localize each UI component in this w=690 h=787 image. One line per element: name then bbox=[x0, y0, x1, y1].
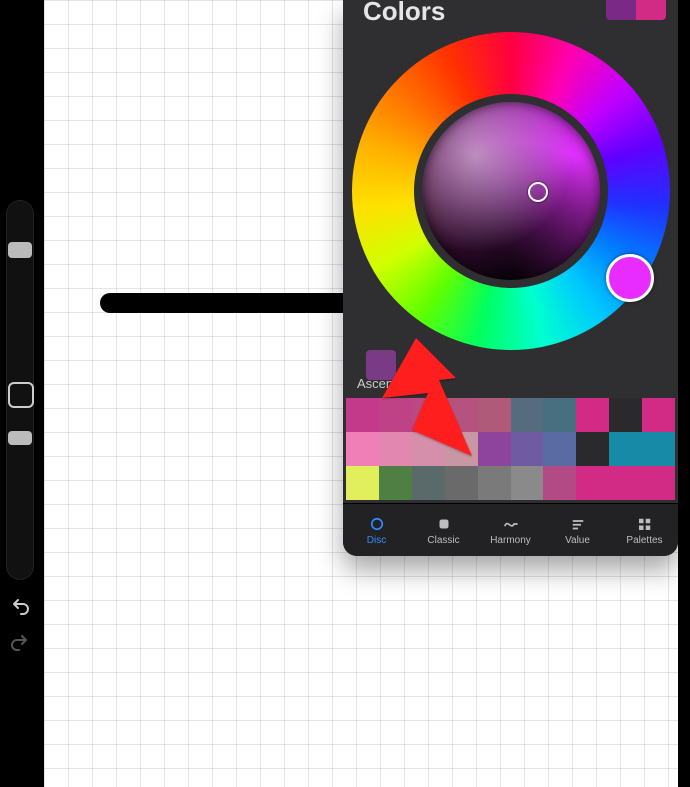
tab-palettes[interactable]: Palettes bbox=[611, 504, 678, 556]
palette-name-label: Ascend bbox=[357, 376, 400, 391]
palette-swatch[interactable] bbox=[642, 398, 675, 432]
palette-swatch[interactable] bbox=[412, 466, 445, 500]
tab-disc[interactable]: Disc bbox=[343, 504, 410, 556]
palette-swatch[interactable] bbox=[543, 432, 576, 466]
palette-swatch[interactable] bbox=[346, 432, 379, 466]
palette-swatch[interactable] bbox=[511, 466, 544, 500]
palette-swatch[interactable] bbox=[576, 466, 609, 500]
tab-label: Palettes bbox=[626, 535, 662, 546]
palette-swatch[interactable] bbox=[576, 432, 609, 466]
palette-swatch[interactable] bbox=[543, 466, 576, 500]
tab-label: Value bbox=[565, 535, 590, 546]
palette-swatch[interactable] bbox=[642, 432, 675, 466]
palette-swatch[interactable] bbox=[445, 432, 478, 466]
palette-swatch[interactable] bbox=[511, 432, 544, 466]
palette-swatch[interactable] bbox=[609, 466, 642, 500]
redo-icon bbox=[8, 630, 32, 654]
color-wheel[interactable] bbox=[352, 32, 670, 358]
palette-swatch[interactable] bbox=[346, 398, 379, 432]
palettes-icon bbox=[635, 515, 655, 533]
palette-swatch[interactable] bbox=[379, 398, 412, 432]
palette-swatch[interactable] bbox=[543, 398, 576, 432]
palette-swatch[interactable] bbox=[511, 398, 544, 432]
color-mode-tabbar: Disc Classic Harmony Value Palettes bbox=[343, 503, 678, 556]
saturation-value-disc[interactable] bbox=[422, 102, 600, 280]
tab-label: Classic bbox=[427, 535, 459, 546]
redo-button bbox=[8, 630, 32, 654]
palette-swatch[interactable] bbox=[576, 398, 609, 432]
disc-icon bbox=[367, 515, 387, 533]
tab-label: Disc bbox=[367, 535, 386, 546]
palette-grid bbox=[346, 398, 675, 500]
palette-swatch[interactable] bbox=[412, 398, 445, 432]
sv-cursor[interactable] bbox=[528, 182, 548, 202]
palette-swatch[interactable] bbox=[478, 432, 511, 466]
palette-swatch[interactable] bbox=[445, 398, 478, 432]
harmony-icon bbox=[501, 515, 521, 533]
brush-size-thumb[interactable] bbox=[8, 431, 32, 445]
tab-label: Harmony bbox=[490, 535, 531, 546]
palette-swatch[interactable] bbox=[609, 432, 642, 466]
tab-value[interactable]: Value bbox=[544, 504, 611, 556]
palette-swatch[interactable] bbox=[379, 432, 412, 466]
colors-popover: Colors Ascend DiscClassicHarmonyValuePal… bbox=[343, 0, 678, 556]
palette-swatch[interactable] bbox=[478, 398, 511, 432]
color-swatch-secondary[interactable] bbox=[636, 0, 666, 20]
palette-swatch[interactable] bbox=[379, 466, 412, 500]
hue-cursor[interactable] bbox=[606, 254, 654, 302]
palette-swatch[interactable] bbox=[642, 466, 675, 500]
tab-classic[interactable]: Classic bbox=[410, 504, 477, 556]
ink-stroke bbox=[100, 293, 360, 313]
app-stage: Colors Ascend DiscClassicHarmonyValuePal… bbox=[0, 0, 690, 787]
brush-opacity-thumb[interactable] bbox=[8, 242, 32, 258]
palette-swatch[interactable] bbox=[478, 466, 511, 500]
classic-icon bbox=[434, 515, 454, 533]
palette-swatch[interactable] bbox=[445, 466, 478, 500]
value-icon bbox=[568, 515, 588, 533]
right-frame-edge bbox=[678, 0, 690, 787]
undo-icon bbox=[8, 594, 32, 618]
current-color-swatch[interactable] bbox=[606, 0, 666, 20]
palette-swatch[interactable] bbox=[609, 398, 642, 432]
palette-swatch[interactable] bbox=[346, 466, 379, 500]
undo-button[interactable] bbox=[8, 594, 32, 618]
color-swatch-primary[interactable] bbox=[606, 0, 636, 20]
palette-swatch[interactable] bbox=[412, 432, 445, 466]
tab-harmony[interactable]: Harmony bbox=[477, 504, 544, 556]
brush-size-indicator[interactable] bbox=[8, 382, 34, 408]
left-sidebar bbox=[0, 0, 44, 787]
